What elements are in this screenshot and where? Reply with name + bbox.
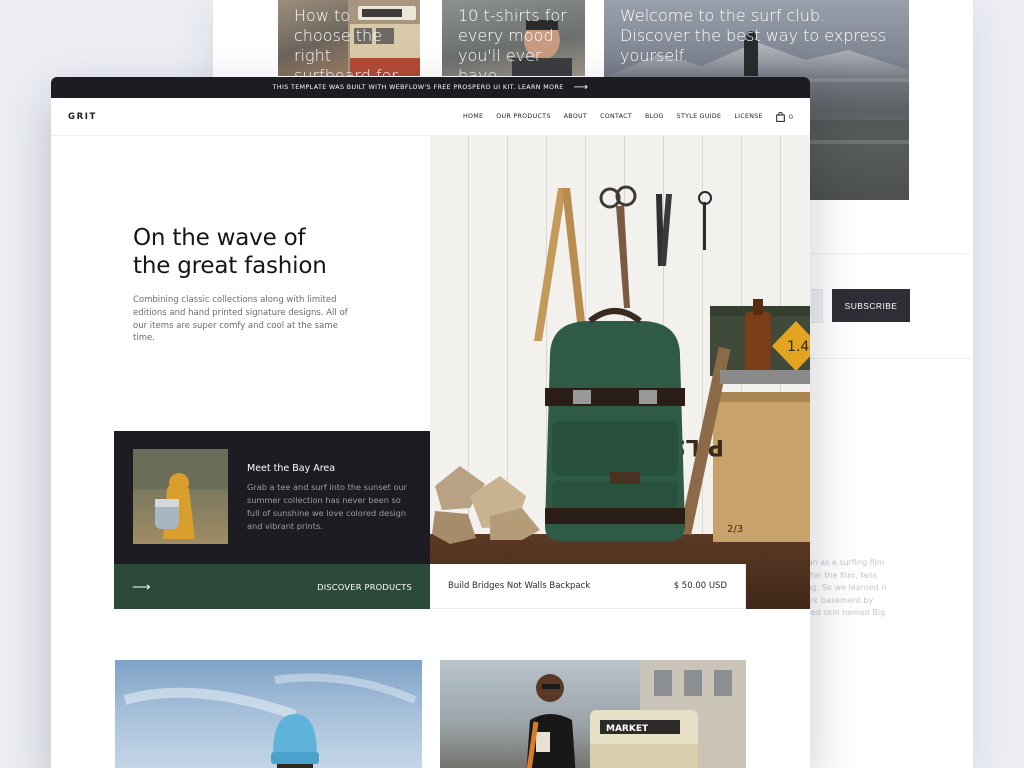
hero-product-photo: 1.4 PILSEN 2/3 bbox=[430, 136, 810, 609]
tram-scene: MARKET bbox=[526, 660, 746, 768]
cart-count: 0 bbox=[788, 112, 793, 121]
divider bbox=[811, 253, 971, 254]
feature-card-title: Meet the Bay Area bbox=[247, 463, 336, 474]
promo-banner[interactable]: THIS TEMPLATE WAS BUILT WITH WEBFLOW'S F… bbox=[51, 77, 810, 98]
hero-text-block: On the wave of the great fashion Combini… bbox=[133, 224, 373, 345]
beanie-scene bbox=[123, 673, 417, 768]
nav-link-our-products[interactable]: OUR PRODUCTS bbox=[496, 113, 550, 120]
site-preview-window: THIS TEMPLATE WAS BUILT WITH WEBFLOW'S F… bbox=[51, 77, 810, 768]
product-price: $ 50.00 USD bbox=[673, 581, 727, 591]
nav-link-about[interactable]: ABOUT bbox=[564, 113, 587, 120]
backpack-scene: 1.4 PILSEN 2/3 bbox=[432, 185, 810, 544]
arrow-right-icon: ⟶ bbox=[132, 578, 151, 594]
cart-button[interactable]: 0 bbox=[776, 111, 793, 122]
nav-link-home[interactable]: HOME bbox=[463, 113, 483, 120]
email-field[interactable] bbox=[811, 289, 823, 323]
nav-link-blog[interactable]: BLOG bbox=[645, 113, 664, 120]
blog-card-title: How to choose the right surfboard for bbox=[294, 6, 398, 76]
nav-link-style-guide[interactable]: STYLE GUIDE bbox=[677, 113, 722, 120]
nav-link-license[interactable]: LICENSE bbox=[734, 113, 763, 120]
discover-products-label: DISCOVER PRODUCTS bbox=[317, 581, 412, 592]
divider bbox=[811, 358, 971, 359]
product-name: Build Bridges Not Walls Backpack bbox=[448, 581, 591, 591]
tram-sign-text: MARKET bbox=[606, 724, 649, 734]
kid-photo bbox=[133, 449, 228, 544]
feature-card-description: Grab a tee and surf into the sunset our … bbox=[247, 482, 407, 531]
feature-card: Meet the Bay Area Grab a tee and surf in… bbox=[114, 431, 430, 564]
blog-card-tshirts[interactable]: 10 t-shirts for every mood you'll ever h… bbox=[442, 0, 585, 76]
tram-man-photo[interactable]: MARKET bbox=[440, 660, 746, 768]
blog-card-title: 10 t-shirts for every mood you'll ever h… bbox=[458, 6, 567, 76]
blog-card-title: Welcome to the surf club. Discover the b… bbox=[620, 6, 887, 65]
hero-title-line: the great fashion bbox=[133, 253, 327, 279]
hero-description: Combining classic collections along with… bbox=[133, 295, 348, 344]
subscribe-button[interactable]: SUBSCRIBE bbox=[832, 289, 910, 322]
logo[interactable]: GRIT bbox=[68, 112, 97, 122]
crate-small-text: 2/3 bbox=[727, 524, 743, 535]
hero-title-line: On the wave of bbox=[133, 225, 306, 251]
sign-number: 1.4 bbox=[787, 339, 809, 355]
nav-links: HOME OUR PRODUCTS ABOUT CONTACT BLOG STY… bbox=[450, 111, 793, 122]
arrow-right-icon: ⟶ bbox=[573, 81, 589, 93]
discover-products-button[interactable]: ⟶ DISCOVER PRODUCTS bbox=[114, 564, 430, 609]
beanie-photo[interactable] bbox=[115, 660, 422, 768]
child-figure bbox=[133, 449, 228, 539]
navbar: GRIT HOME OUR PRODUCTS ABOUT CONTACT BLO… bbox=[51, 98, 810, 136]
product-info-bar[interactable]: Build Bridges Not Walls Backpack $ 50.00… bbox=[430, 564, 746, 609]
hero-title: On the wave of the great fashion bbox=[133, 224, 373, 280]
blog-card-surfboard[interactable]: How to choose the right surfboard for bbox=[278, 0, 420, 76]
shopping-bag-icon bbox=[776, 111, 785, 122]
nav-link-contact[interactable]: CONTACT bbox=[600, 113, 632, 120]
banner-text: THIS TEMPLATE WAS BUILT WITH WEBFLOW'S F… bbox=[272, 84, 564, 91]
